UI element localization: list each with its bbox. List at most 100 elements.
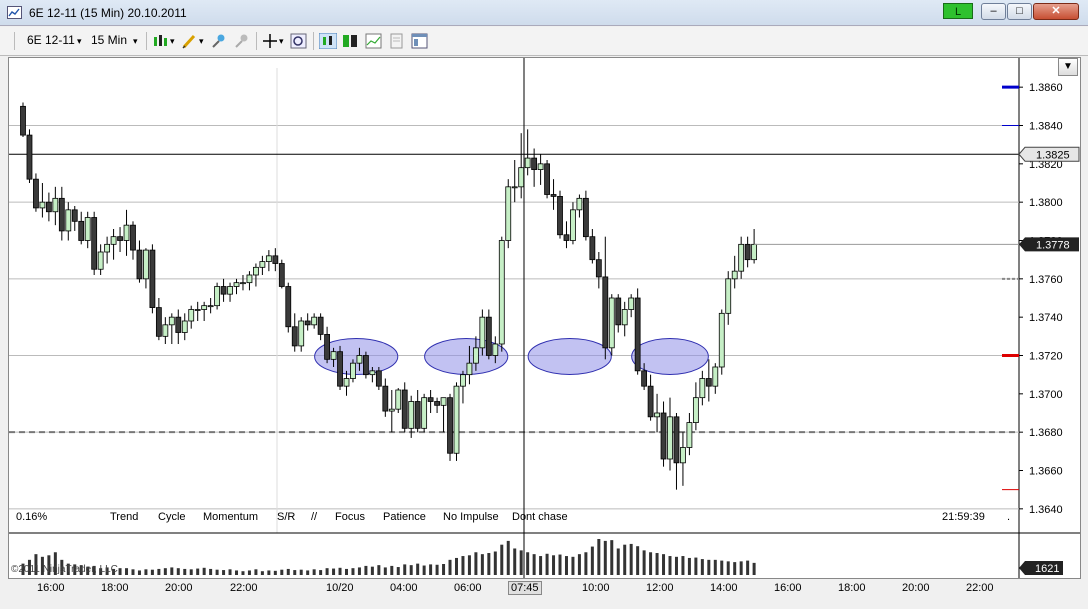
volume-bar — [461, 556, 465, 575]
candle-body — [673, 416, 680, 464]
volume-bar — [364, 565, 368, 575]
volume-bar — [752, 562, 756, 575]
volume-bar — [409, 565, 413, 575]
maximize-button[interactable]: □ — [1007, 3, 1032, 20]
close-button[interactable]: ✕ — [1033, 3, 1079, 20]
candle-body — [401, 389, 408, 429]
candle-body — [65, 209, 72, 232]
interval-dropdown-icon[interactable]: ▾ — [133, 36, 138, 47]
chart-trader-icon[interactable] — [319, 33, 337, 49]
volume-bar — [306, 570, 310, 575]
volume-bar — [267, 570, 271, 575]
volume-bar — [526, 552, 530, 575]
candle-body — [162, 324, 169, 337]
candle-body — [421, 397, 428, 429]
instrument-selector[interactable]: 6E 12-11 — [27, 33, 75, 47]
volume-bar — [739, 561, 743, 575]
volume-bar — [707, 559, 711, 575]
strategy-icon[interactable] — [233, 33, 251, 49]
data-box-icon[interactable] — [342, 33, 360, 49]
chart-note-label: Trend — [110, 511, 138, 523]
panel-icon[interactable] — [411, 33, 429, 49]
instrument-dropdown-icon[interactable]: ▾ — [77, 36, 82, 47]
candle-body — [20, 105, 26, 136]
support-zone-ellipse — [527, 337, 612, 375]
volume-bar — [241, 571, 245, 575]
chart-menu-dropdown-icon[interactable]: ▼ — [1058, 58, 1078, 76]
drawing-dropdown-icon[interactable]: ▾ — [199, 36, 204, 47]
volume-bar — [338, 567, 342, 575]
minimize-button[interactable]: – — [981, 3, 1006, 20]
volume-bar — [467, 555, 471, 575]
price-tick-label: 1.3660 — [1029, 466, 1063, 478]
interval-selector[interactable]: 15 Min — [91, 33, 127, 47]
price-tick-label: 1.3860 — [1029, 82, 1063, 94]
volume-bar — [383, 567, 387, 575]
time-tick-label: 22:00 — [230, 582, 258, 594]
candle-body — [718, 312, 725, 368]
volume-bar — [577, 554, 581, 575]
candle-body — [518, 167, 525, 188]
crosshair-dropdown-icon[interactable]: ▾ — [279, 36, 284, 47]
support-zone-ellipse — [631, 337, 709, 375]
candle-body — [194, 309, 201, 311]
price-chart[interactable]: 1.38601.38401.38201.38001.37801.37601.37… — [9, 58, 1080, 578]
price-tick-label: 1.3840 — [1029, 121, 1063, 133]
candle-body — [240, 282, 246, 285]
drawing-tools-icon[interactable] — [181, 33, 199, 49]
connection-status-button[interactable]: L — [943, 3, 973, 19]
candle-body — [602, 276, 609, 349]
candle-body — [628, 297, 635, 310]
candle-body — [647, 385, 654, 418]
volume-bar — [351, 568, 355, 575]
candle-body — [84, 217, 91, 241]
bar-type-icon[interactable] — [152, 33, 170, 49]
candle-body — [667, 416, 673, 460]
candle-body — [395, 389, 402, 410]
candle-body — [369, 370, 376, 376]
volume-bar — [157, 568, 161, 575]
candle-body — [110, 236, 117, 245]
candle-body — [259, 261, 266, 268]
volume-bar — [571, 556, 575, 575]
chart-panel[interactable]: 1.38601.38401.38201.38001.37801.37601.37… — [8, 57, 1081, 579]
volume-bar — [390, 565, 394, 575]
volume-bar — [247, 570, 251, 575]
candle-body — [181, 320, 188, 333]
chart-note-label: Patience — [383, 511, 426, 523]
volume-bar — [681, 556, 685, 575]
price-tick-label: 1.3700 — [1029, 389, 1063, 401]
candle-body — [408, 401, 415, 429]
info-time: 21:59:39 — [942, 511, 985, 523]
candle-body — [214, 286, 221, 307]
volume-bar — [254, 569, 258, 575]
candle-body — [557, 196, 563, 236]
volume-bar — [209, 568, 213, 575]
bar-type-dropdown-icon[interactable]: ▾ — [170, 36, 175, 47]
candle-body — [356, 355, 363, 364]
volume-bar — [500, 544, 504, 575]
candle-body — [485, 316, 492, 356]
volume-bar — [442, 564, 446, 575]
time-tick-label: 12:00 — [646, 582, 674, 594]
price-tick-label: 1.3640 — [1029, 504, 1063, 516]
candle-body — [78, 220, 85, 241]
volume-bar — [636, 546, 640, 575]
indicator-icon[interactable] — [210, 33, 228, 49]
volume-bar — [377, 565, 381, 575]
chart-note-label: S/R — [277, 511, 295, 523]
chart-note-label: No Impulse — [443, 511, 499, 523]
crosshair-icon[interactable] — [262, 33, 280, 49]
candle-body — [350, 362, 356, 379]
volume-bar — [506, 540, 510, 575]
volume-bar — [319, 570, 323, 575]
properties-icon[interactable] — [388, 33, 406, 49]
candle-body — [427, 397, 434, 402]
volume-bar — [196, 568, 200, 575]
time-tick-label: 18:00 — [101, 582, 129, 594]
chart-note-label: Momentum — [203, 511, 258, 523]
zoom-icon[interactable] — [290, 33, 308, 49]
candle-body — [291, 326, 298, 347]
price-tick-label: 1.3760 — [1029, 274, 1063, 286]
line-chart-icon[interactable] — [365, 33, 383, 49]
